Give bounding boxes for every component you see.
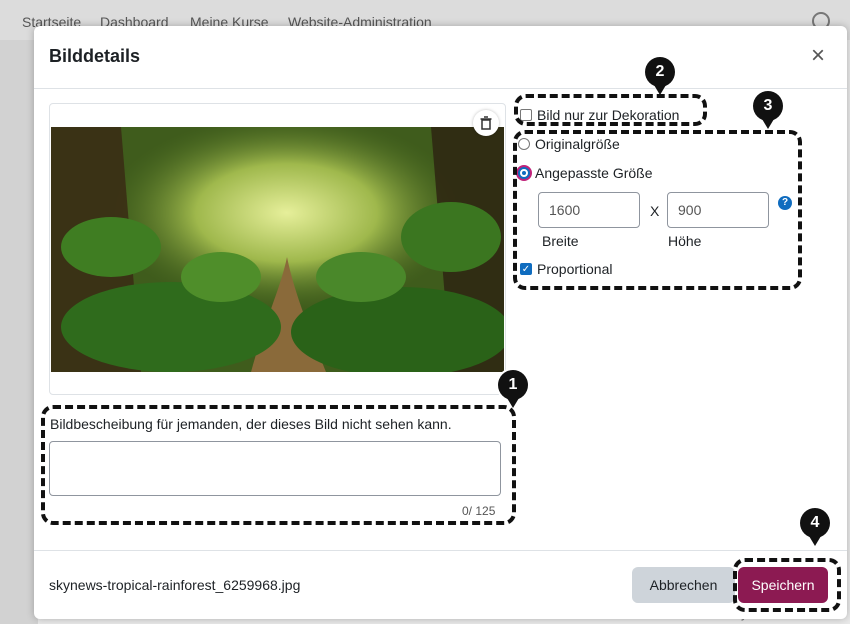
image-preview xyxy=(51,127,504,372)
image-preview-card xyxy=(49,103,506,395)
image-details-dialog: Bilddetails × Bildbescheibung für jemand… xyxy=(34,26,847,619)
width-label: Breite xyxy=(542,233,579,249)
character-counter: 0/ 125 xyxy=(462,504,496,518)
dialog-footer: skynews-tropical-rainforest_6259968.jpg … xyxy=(34,550,847,620)
annotation-pointer-2 xyxy=(654,85,666,95)
annotation-marker-4: 4 xyxy=(800,508,830,538)
alt-text-label: Bildbescheibung für jemanden, der dieses… xyxy=(50,416,452,432)
decoration-label: Bild nur zur Dekoration xyxy=(537,107,680,123)
original-size-label: Originalgröße xyxy=(535,136,620,152)
height-input[interactable] xyxy=(667,192,769,228)
custom-size-option[interactable]: Angepasste Größe xyxy=(518,165,653,181)
save-button[interactable]: Speichern xyxy=(738,567,828,603)
dialog-title: Bilddetails xyxy=(49,46,141,66)
annotation-pointer-4 xyxy=(809,536,821,546)
cancel-button[interactable]: Abbrechen xyxy=(632,567,735,603)
custom-size-label: Angepasste Größe xyxy=(535,165,653,181)
proportional-checkbox[interactable]: ✓ xyxy=(520,263,532,275)
custom-size-radio[interactable] xyxy=(518,167,530,179)
proportional-option[interactable]: ✓ Proportional xyxy=(520,261,613,277)
delete-image-button[interactable] xyxy=(473,110,499,136)
annotation-marker-2: 2 xyxy=(645,57,675,87)
annotation-pointer-1 xyxy=(507,398,519,408)
times-sign: X xyxy=(650,203,660,219)
annotation-pointer-3 xyxy=(762,119,774,129)
annotation-marker-1: 1 xyxy=(498,370,528,400)
trash-icon xyxy=(480,116,492,130)
decoration-option[interactable]: Bild nur zur Dekoration xyxy=(520,107,679,123)
proportional-label: Proportional xyxy=(537,261,613,277)
original-size-option[interactable]: Originalgröße xyxy=(518,136,620,152)
alt-text-field[interactable] xyxy=(49,441,501,496)
original-size-radio[interactable] xyxy=(518,138,530,150)
image-filename: skynews-tropical-rainforest_6259968.jpg xyxy=(49,577,301,593)
help-icon[interactable]: ? xyxy=(778,196,792,210)
decoration-checkbox[interactable] xyxy=(520,109,532,121)
dialog-header: Bilddetails × xyxy=(34,26,847,89)
close-icon[interactable]: × xyxy=(811,44,825,68)
width-input[interactable] xyxy=(538,192,640,228)
height-label: Höhe xyxy=(668,233,702,249)
annotation-marker-3: 3 xyxy=(753,91,783,121)
background-sidebar xyxy=(0,40,38,624)
rainforest-image xyxy=(51,127,504,372)
